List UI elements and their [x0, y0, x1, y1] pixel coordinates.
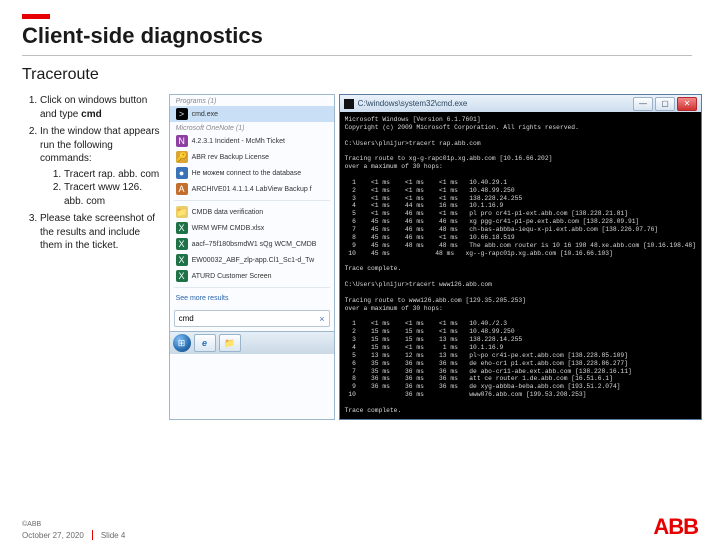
- list-item[interactable]: 🔑ABR rev Backup License: [170, 149, 334, 165]
- step-2-intro: In the window that appears run the follo…: [40, 126, 160, 164]
- close-button[interactable]: ✕: [677, 97, 697, 111]
- cmd-window: C:\windows\system32\cmd.exe — ▢ ✕ Micros…: [339, 94, 702, 420]
- start-menu-onenote-header: Microsoft OneNote (1): [170, 122, 334, 133]
- list-item[interactable]: AARCHIVE01 4.1.1.4 LabView Backup f: [170, 181, 334, 197]
- footer-divider: [92, 530, 93, 540]
- cmd-icon: >: [176, 108, 188, 120]
- excel-icon: X: [176, 270, 188, 282]
- start-menu-search[interactable]: ×: [174, 310, 330, 327]
- step-3: Please take screenshot of the results an…: [40, 212, 163, 253]
- footer-copyright: ©ABB: [22, 521, 125, 528]
- taskbar-explorer-button[interactable]: 📁: [219, 334, 241, 352]
- list-item[interactable]: XWRM WFM CMDB.xlsx: [170, 220, 334, 236]
- window-titlebar: C:\windows\system32\cmd.exe — ▢ ✕: [340, 95, 701, 112]
- excel-icon: X: [176, 238, 188, 250]
- step-2b: Tracert www 126. abb. com: [64, 181, 163, 208]
- start-menu: Programs (1) > cmd.exe Microsoft OneNote…: [169, 94, 335, 420]
- note-icon: N: [176, 135, 188, 147]
- excel-icon: X: [176, 222, 188, 234]
- see-more-results[interactable]: See more results: [170, 291, 334, 306]
- start-menu-result-cmd-label: cmd.exe: [192, 111, 218, 118]
- slide-footer: ©ABB October 27, 2020 Slide 4 ABB: [22, 521, 698, 540]
- divider: [174, 200, 330, 201]
- instruction-panel: Click on windows button and type cmd In …: [22, 94, 163, 420]
- db-icon: ●: [176, 167, 188, 179]
- accent-dash: [22, 14, 50, 19]
- list-item[interactable]: XEW00032_ABF_zlp-app.Cl1_Sc1-d_Tw: [170, 252, 334, 268]
- start-menu-result-cmd[interactable]: > cmd.exe: [170, 106, 334, 122]
- taskbar: ⊞ e 📁: [170, 331, 334, 354]
- window-title-text: C:\windows\system32\cmd.exe: [358, 99, 468, 108]
- page-subtitle: Traceroute: [22, 66, 720, 84]
- folder-icon: 📁: [224, 338, 235, 349]
- minimize-button[interactable]: —: [633, 97, 653, 111]
- start-orb[interactable]: ⊞: [173, 334, 191, 352]
- footer-slide-number: Slide 4: [101, 531, 125, 540]
- search-input[interactable]: [175, 311, 316, 326]
- ie-icon: e: [202, 338, 207, 348]
- clear-search-icon[interactable]: ×: [315, 314, 328, 324]
- excel-icon: X: [176, 254, 188, 266]
- key-icon: 🔑: [176, 151, 188, 163]
- list-item[interactable]: 📁CMDB data verification: [170, 204, 334, 220]
- step-1-cmd: cmd: [81, 109, 102, 120]
- start-menu-programs-header: Programs (1): [170, 95, 334, 106]
- maximize-button[interactable]: ▢: [655, 97, 675, 111]
- taskbar-ie-button[interactable]: e: [194, 334, 216, 352]
- list-item[interactable]: ●Не можем connect to the database: [170, 165, 334, 181]
- footer-date: October 27, 2020: [22, 531, 84, 540]
- cmd-title-icon: [344, 99, 354, 109]
- step-2: In the window that appears run the follo…: [40, 125, 163, 208]
- step-2a: Tracert rap. abb. com: [64, 168, 163, 182]
- list-item[interactable]: XATURD Customer Screen: [170, 268, 334, 284]
- list-item[interactable]: N4.2.3.1 Incident - McMh Ticket: [170, 133, 334, 149]
- page-title: Client-side diagnostics: [22, 23, 692, 56]
- abb-logo: ABB: [653, 514, 698, 540]
- terminal-output[interactable]: Microsoft Windows [Version 6.1.7601] Cop…: [340, 112, 701, 419]
- folder-icon: 📁: [176, 206, 188, 218]
- divider: [174, 287, 330, 288]
- archive-icon: A: [176, 183, 188, 195]
- step-1: Click on windows button and type cmd: [40, 94, 163, 121]
- list-item[interactable]: Xaacf–75f180bsmdW1 sQg WCM_CMDB: [170, 236, 334, 252]
